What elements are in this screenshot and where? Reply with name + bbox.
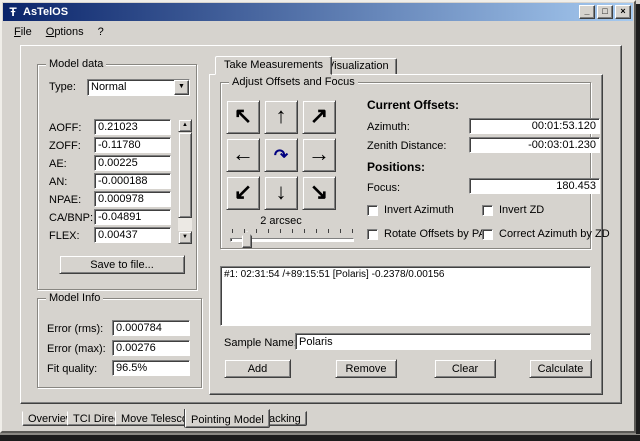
param-field[interactable] bbox=[94, 155, 171, 171]
sample-name-input[interactable] bbox=[295, 333, 591, 350]
close-button[interactable]: × bbox=[615, 5, 631, 19]
bottom-tab-pointing-model[interactable]: Pointing Model bbox=[185, 409, 270, 428]
offset-center-button[interactable]: ↷ bbox=[264, 138, 298, 172]
menu-options[interactable]: Options bbox=[39, 24, 91, 40]
arrow-right-icon: → bbox=[308, 141, 330, 166]
add-button[interactable]: Add bbox=[224, 359, 291, 378]
correct-azimuth-label: Correct Azimuth by ZD bbox=[499, 228, 610, 240]
clear-button[interactable]: Clear bbox=[434, 359, 496, 378]
arrow-down-icon: ↓ bbox=[276, 179, 287, 204]
model-info-title: Model Info bbox=[46, 292, 103, 304]
invert-azimuth-label: Invert Azimuth bbox=[384, 204, 454, 216]
offset-right-button[interactable]: → bbox=[302, 138, 336, 172]
remove-button[interactable]: Remove bbox=[335, 359, 397, 378]
param-label: AN: bbox=[49, 176, 67, 188]
current-offsets-heading: Current Offsets: bbox=[367, 98, 459, 112]
offset-up-right-button[interactable]: ↗ bbox=[302, 100, 336, 134]
param-field[interactable] bbox=[94, 209, 171, 225]
minimize-button[interactable]: _ bbox=[579, 5, 595, 19]
arrow-up-left-icon: ↖ bbox=[234, 103, 252, 128]
azimuth-field[interactable] bbox=[469, 118, 600, 134]
maximize-button[interactable]: □ bbox=[597, 5, 613, 19]
offset-left-button[interactable]: ← bbox=[226, 138, 260, 172]
param-field[interactable] bbox=[94, 137, 171, 153]
app-icon: Ŧ bbox=[5, 5, 21, 19]
focus-field[interactable] bbox=[469, 178, 600, 194]
adjust-offsets-title: Adjust Offsets and Focus bbox=[229, 76, 358, 88]
param-label: AOFF: bbox=[49, 122, 81, 134]
param-field[interactable] bbox=[94, 173, 171, 189]
arrow-down-left-icon: ↙ bbox=[234, 179, 252, 204]
arrow-down-right-icon: ↘ bbox=[310, 179, 328, 204]
invert-zd-checkbox[interactable] bbox=[482, 205, 493, 216]
param-label: FLEX: bbox=[49, 230, 80, 242]
param-label: ZOFF: bbox=[49, 140, 81, 152]
offset-down-right-button[interactable]: ↘ bbox=[302, 176, 336, 210]
offset-down-button[interactable]: ↓ bbox=[264, 176, 298, 210]
arrow-left-icon: ← bbox=[232, 141, 254, 166]
menu-bar: File Options ? bbox=[3, 22, 633, 41]
tab-take-measurements[interactable]: Take Measurements bbox=[215, 56, 332, 75]
param-label: AE: bbox=[49, 158, 67, 170]
menu-file[interactable]: File bbox=[7, 24, 39, 40]
scrollbar-thumb[interactable] bbox=[178, 132, 192, 218]
window-shadow-bottom bbox=[0, 433, 640, 441]
param-field[interactable] bbox=[94, 191, 171, 207]
offset-up-button[interactable]: ↑ bbox=[264, 100, 298, 134]
zenith-distance-label: Zenith Distance: bbox=[367, 140, 446, 152]
rotate-offsets-label: Rotate Offsets by PA bbox=[384, 228, 486, 240]
scroll-down-icon[interactable]: ▼ bbox=[178, 231, 192, 244]
window-shadow-right bbox=[636, 4, 640, 434]
window-title: AsTelOS bbox=[23, 6, 577, 18]
scroll-up-icon[interactable]: ▲ bbox=[178, 119, 192, 132]
arrow-up-right-icon: ↗ bbox=[310, 103, 328, 128]
params-scrollbar[interactable]: ▲ ▼ bbox=[178, 119, 192, 244]
error-max-label: Error (max): bbox=[47, 343, 106, 355]
correct-azimuth-checkbox[interactable] bbox=[482, 229, 493, 240]
positions-heading: Positions: bbox=[367, 160, 425, 174]
azimuth-label: Azimuth: bbox=[367, 121, 410, 133]
app-window: Ŧ AsTelOS _ □ × File Options ? Model dat… bbox=[0, 0, 636, 433]
error-rms-label: Error (rms): bbox=[47, 323, 103, 335]
arrow-up-icon: ↑ bbox=[276, 103, 287, 128]
offset-up-left-button[interactable]: ↖ bbox=[226, 100, 260, 134]
param-field[interactable] bbox=[94, 119, 171, 135]
offset-down-left-button[interactable]: ↙ bbox=[226, 176, 260, 210]
fit-quality-label: Fit quality: bbox=[47, 363, 97, 375]
invert-zd-label: Invert ZD bbox=[499, 204, 544, 216]
type-label: Type: bbox=[49, 81, 76, 93]
error-rms-field[interactable] bbox=[112, 320, 190, 336]
fit-quality-field[interactable] bbox=[112, 360, 190, 376]
error-max-field[interactable] bbox=[112, 340, 190, 356]
rotate-offsets-checkbox[interactable] bbox=[367, 229, 378, 240]
slider-ticks bbox=[232, 229, 354, 233]
type-dropdown[interactable]: Normal ▼ bbox=[87, 79, 190, 96]
param-field[interactable] bbox=[94, 227, 171, 243]
measurements-listbox[interactable]: #1: 02:31:54 /+89:15:51 [Polaris] -0.237… bbox=[220, 266, 591, 326]
focus-label: Focus: bbox=[367, 182, 400, 194]
rotate-icon: ↷ bbox=[274, 146, 288, 165]
param-label: CA/BNP: bbox=[49, 212, 93, 224]
menu-help[interactable]: ? bbox=[91, 24, 111, 40]
chevron-down-icon[interactable]: ▼ bbox=[174, 80, 189, 95]
calculate-button[interactable]: Calculate bbox=[529, 359, 592, 378]
zenith-distance-field[interactable] bbox=[469, 137, 600, 153]
save-to-file-button[interactable]: Save to file... bbox=[59, 255, 185, 274]
model-data-title: Model data bbox=[46, 58, 106, 70]
step-size-label: 2 arcsec bbox=[226, 215, 336, 227]
measurement-item[interactable]: #1: 02:31:54 /+89:15:51 [Polaris] -0.237… bbox=[221, 267, 590, 282]
title-bar[interactable]: Ŧ AsTelOS _ □ × bbox=[3, 3, 633, 21]
param-label: NPAE: bbox=[49, 194, 81, 206]
invert-azimuth-checkbox[interactable] bbox=[367, 205, 378, 216]
sample-name-label: Sample Name: bbox=[224, 337, 297, 349]
type-dropdown-value: Normal bbox=[88, 80, 174, 95]
